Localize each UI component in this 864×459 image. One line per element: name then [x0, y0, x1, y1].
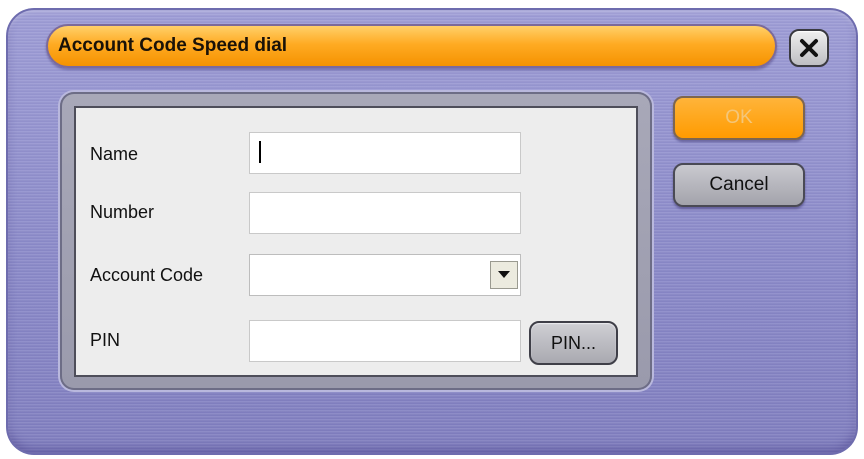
number-field[interactable]	[249, 192, 521, 234]
account-code-label: Account Code	[90, 265, 204, 285]
chevron-down-icon	[498, 271, 510, 278]
close-button[interactable]	[789, 29, 829, 67]
pin-label: PIN	[90, 330, 121, 350]
name-label: Name	[90, 144, 139, 164]
text-cursor	[259, 141, 261, 163]
pin-field[interactable]	[249, 320, 521, 362]
pin-button[interactable]: PIN...	[529, 321, 618, 365]
ok-button[interactable]: OK	[673, 96, 805, 140]
title-bar[interactable]: Account Code Speed dial	[46, 24, 777, 68]
dialog-title: Account Code Speed dial	[58, 35, 288, 56]
number-label: Number	[90, 202, 155, 222]
cancel-button[interactable]: Cancel	[673, 163, 805, 207]
name-field[interactable]	[249, 132, 521, 174]
account-code-dropdown[interactable]	[249, 254, 521, 296]
close-x-icon	[800, 39, 818, 57]
dropdown-button[interactable]	[490, 261, 518, 289]
